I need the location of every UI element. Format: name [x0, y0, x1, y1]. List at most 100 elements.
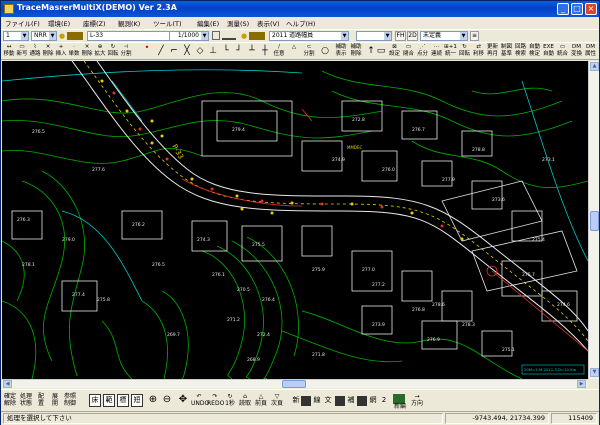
tool-settings[interactable]: ⊠ 設定 — [388, 44, 401, 60]
title-bar[interactable]: TraceMasrerMultiX(DEMO) Ver 2.3A _ □ × — [1, 1, 599, 17]
lightbulb-2-icon[interactable]: ● — [241, 32, 247, 40]
fh-button[interactable]: FH — [395, 31, 406, 41]
lightbulb-icon[interactable]: ● — [59, 32, 65, 40]
maximize-button[interactable]: □ — [571, 3, 583, 15]
mode-box-3-icon[interactable] — [357, 396, 367, 406]
scale-combo[interactable]: 1/1000 ▼ — [169, 31, 209, 41]
tool-aux-delete[interactable]: 補助 剛除 — [349, 44, 363, 60]
mode-two[interactable]: 2 — [379, 393, 389, 409]
square-icon[interactable]: ◇ — [194, 44, 206, 60]
menu-file[interactable]: ファイル(F) — [5, 18, 40, 28]
tool-exe[interactable]: EXE 自動 — [542, 44, 555, 60]
tool-delete-2[interactable]: ✕ 剛除 — [81, 44, 93, 60]
point-icon[interactable]: • — [143, 44, 151, 60]
type-combo[interactable]: NRR ▼ — [31, 31, 57, 41]
scroll-up-icon[interactable]: ▲ — [590, 62, 599, 71]
tool-insert[interactable]: + 挿入 — [55, 44, 67, 60]
one-second-button[interactable]: ↻ 1秒 — [224, 393, 236, 409]
tool-closure[interactable]: ▭ 閉合 — [402, 44, 415, 60]
tool-update[interactable]: 更新 再月 — [486, 44, 499, 60]
minimize-button[interactable]: _ — [557, 3, 569, 15]
tool-circuit[interactable]: 回路 検索 — [514, 44, 527, 60]
cross-line-icon[interactable]: ╳ — [181, 44, 193, 60]
horizontal-scroll-thumb[interactable] — [282, 380, 306, 388]
mode-text[interactable]: 文 — [323, 393, 333, 409]
scroll-right-icon[interactable]: ▶ — [577, 380, 586, 388]
tool-continuous[interactable]: ⋯ 連続 — [430, 44, 443, 60]
process-state-button[interactable]: 処理 状態 — [19, 393, 33, 409]
pan-icon[interactable]: ✥ — [177, 393, 189, 409]
tool-path[interactable]: ⌇ 通路 — [29, 44, 41, 60]
mode-box-2-icon[interactable] — [335, 396, 345, 406]
tool-unify[interactable]: ⊞+1 統一 — [444, 44, 457, 60]
blank-combo[interactable]: ▼ — [356, 31, 392, 41]
tool-arbitrary[interactable]: / 任意 — [272, 44, 286, 60]
tool-single[interactable]: · 単数 — [68, 44, 80, 60]
corner-2-icon[interactable]: ┘ — [233, 44, 245, 60]
date-layer-combo[interactable]: 2011 道路幅員 ▼ — [269, 31, 349, 41]
mode-box-icon[interactable] — [301, 396, 311, 406]
line-style-icon[interactable] — [212, 31, 220, 40]
menu-coordinates[interactable]: 座標(Z) — [83, 18, 106, 28]
undo-button[interactable]: ↶ UNDO — [191, 393, 209, 409]
zoom-out-icon[interactable]: ⊖ — [161, 393, 173, 409]
floor-button[interactable]: 床 — [89, 394, 101, 407]
short-button[interactable]: 短 — [131, 394, 143, 407]
tool-rotate-2[interactable]: ↻ 回転 — [458, 44, 471, 60]
circle-icon[interactable]: ○ — [319, 44, 331, 60]
tool-dm-attr[interactable]: DM 属性 — [584, 44, 597, 60]
direction-button[interactable]: → 方向 — [409, 393, 425, 409]
menu-view[interactable]: 表示(V) — [257, 18, 280, 28]
menu-environment[interactable]: 環境(E) — [48, 18, 70, 28]
menu-survey[interactable]: 測量(S) — [227, 18, 249, 28]
slash-icon[interactable]: ╱ — [155, 44, 167, 60]
next-page-button[interactable]: ▽ 次頁 — [270, 393, 284, 409]
scroll-down-icon[interactable]: ▼ — [590, 368, 599, 377]
triangle-icon[interactable]: △ — [287, 44, 301, 60]
tool-delete[interactable]: ✕ 剛除 — [42, 44, 54, 60]
prev-page-button[interactable]: △ 前頁 — [254, 393, 268, 409]
menu-help[interactable]: ヘルプ(H) — [286, 18, 315, 28]
layer-color-2-icon[interactable] — [249, 32, 265, 40]
rect-icon[interactable]: ▭ — [376, 44, 386, 60]
line-width-icon[interactable] — [222, 32, 236, 40]
mode-new[interactable]: 新 — [291, 393, 301, 409]
standard-button[interactable]: 標 — [117, 394, 129, 407]
layer-color-icon[interactable] — [67, 32, 83, 40]
twod-button[interactable]: 2D — [407, 31, 418, 41]
tool-point-split[interactable]: ⋰ 点分 — [416, 44, 429, 60]
tool-auto[interactable]: 自動 検定 — [528, 44, 541, 60]
arrow-up-icon[interactable]: ↑ — [366, 44, 376, 60]
horizontal-scrollbar[interactable]: ◀ ▶ — [2, 379, 588, 388]
tool-split[interactable]: ⊣ 分割 — [120, 44, 132, 60]
zoom-in-icon[interactable]: ⊕ — [147, 393, 159, 409]
expand-button[interactable]: 展 開 — [49, 393, 61, 409]
tool-rotate[interactable]: ↻ 回転 — [107, 44, 119, 60]
read-button[interactable]: ⌂ 読取 — [238, 393, 252, 409]
range-button[interactable]: 範 — [103, 394, 115, 407]
tee-icon[interactable]: ┴ — [246, 44, 258, 60]
redo-button[interactable]: ↷ REDO — [207, 393, 224, 409]
tool-aux-display[interactable]: 補助 表示 — [334, 44, 348, 60]
close-button[interactable]: × — [585, 3, 597, 15]
tool-move[interactable]: ↔ 移動 — [3, 44, 15, 60]
status-combo[interactable]: 未定義 ▼ — [420, 31, 468, 41]
menu-observation[interactable]: 観測(K) — [118, 18, 140, 28]
map-drawing[interactable]: 276.5 277.6 279.0 278.1 275.8 276.5 276.… — [2, 61, 588, 379]
options-button[interactable]: ≡ — [470, 31, 479, 41]
cross-icon[interactable]: ┼ — [259, 44, 271, 60]
vertical-scrollbar[interactable]: ▲ ▼ — [588, 61, 599, 379]
mode-line[interactable]: 線 — [312, 393, 322, 409]
menu-edit[interactable]: 編集(E) — [197, 18, 219, 28]
tool-drafting[interactable]: 制図 基準 — [500, 44, 513, 60]
reference-control-button[interactable]: 参照 制御 — [63, 393, 77, 409]
menu-tools[interactable]: ツール(T) — [153, 18, 182, 28]
tool-newcopy[interactable]: ▭ 新写 — [16, 44, 28, 60]
vertical-scroll-thumb[interactable] — [590, 211, 599, 231]
polyline-icon[interactable]: ⌐ — [168, 44, 180, 60]
scroll-left-icon[interactable]: ◀ — [3, 380, 12, 388]
tool-merge[interactable]: ▭ 統合 — [556, 44, 569, 60]
number-combo[interactable]: 1 ▼ — [3, 31, 29, 41]
tool-divide[interactable]: ⊂ 分割 — [302, 44, 316, 60]
mode-aux[interactable]: 補 — [346, 393, 356, 409]
